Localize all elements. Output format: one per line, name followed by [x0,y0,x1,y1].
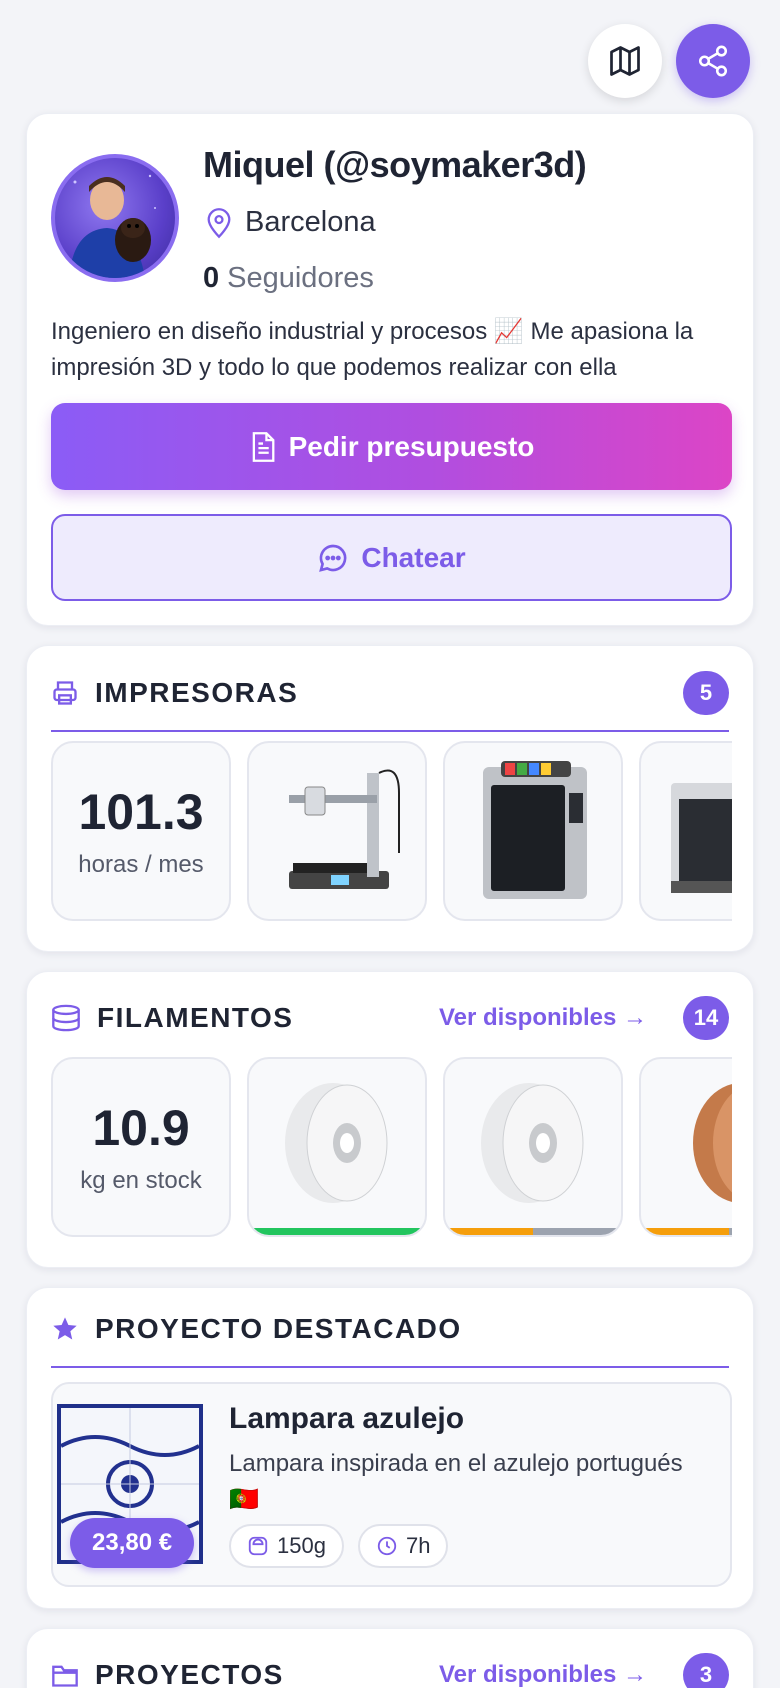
filament-spool-card[interactable] [639,1057,732,1237]
weight-icon [248,1536,268,1556]
filaments-see-available-link[interactable]: Ver disponibles → [439,1004,647,1032]
clock-icon [377,1536,397,1556]
printer-card[interactable] [443,741,623,921]
printer-hours-stat: 101.3 horas / mes [51,741,231,921]
avatar[interactable] [51,154,179,282]
chat-bubble-icon [319,544,347,572]
printers-count-badge: 5 [683,671,729,715]
project-time-chip: 7h [357,1524,449,1568]
chat-button[interactable]: Chatear [51,514,732,601]
top-actions [588,24,750,98]
profile-bio: Ingeniero en diseño industrial y proceso… [51,318,694,381]
printers-header: IMPRESORAS 5 [51,656,729,732]
star-icon [53,1317,77,1340]
projects-title: PROYECTOS [95,1659,284,1688]
printer-hours-unit: horas / mes [78,851,204,878]
filament-level-bar [445,1228,621,1235]
project-price-badge: 23,80 € [70,1518,195,1568]
folder-icon [52,1665,78,1687]
filaments-carousel[interactable]: 10.9 kg en stock [51,1057,732,1237]
project-specs: 150g 7h [229,1524,449,1568]
featured-title: PROYECTO DESTACADO [95,1313,462,1344]
followers-label: Seguidores [227,262,374,294]
project-description: Lampara inspirada en el azulejo portugué… [229,1450,683,1513]
project-time: 7h [405,1533,431,1558]
profile-location: Barcelona [205,206,376,239]
printer-card[interactable] [247,741,427,921]
request-quote-label: Pedir presupuesto [288,430,535,462]
profile-card: Miquel (@soymaker3d) Barcelona 0 Seguidor… [26,113,754,626]
share-icon [698,45,728,77]
filament-level-bar [249,1228,425,1235]
featured-header: PROYECTO DESTACADO [51,1292,729,1368]
featured-project[interactable]: 23,80 € Lampara azulejo Lampara inspirad… [51,1382,732,1587]
followers-number: 0 [203,262,220,294]
filament-stock-stat: 10.9 kg en stock [51,1057,231,1237]
filament-stock-unit: kg en stock [80,1167,202,1194]
map-pin-icon [207,207,231,238]
filaments-count-badge: 14 [683,996,729,1040]
projects-see-available-link[interactable]: Ver disponibles → [439,1661,647,1688]
printers-card: IMPRESORAS 5 101.3 horas / mes [26,645,754,952]
printer-card[interactable] [639,741,732,921]
profile-name: Miquel (@soymaker3d) [203,144,587,185]
filaments-title: FILAMENTOS [97,1002,294,1033]
project-weight: 150g [277,1533,326,1558]
printer-hours-value: 101.3 [78,784,204,840]
filament-spool-card[interactable] [247,1057,427,1237]
projects-count-badge: 3 [683,1653,729,1688]
filaments-header: FILAMENTOS Ver disponibles → 14 [51,980,729,1056]
filament-level-bar [641,1228,732,1235]
project-weight-chip: 150g [229,1524,344,1568]
location-text: Barcelona [245,206,376,238]
project-title: Lampara azulejo [229,1402,465,1435]
spool-icon [52,1004,80,1032]
map-button[interactable] [588,24,662,98]
followers-count[interactable]: 0 Seguidores [203,262,374,295]
projects-header: PROYECTOS Ver disponibles → 3 [51,1637,729,1688]
printers-title: IMPRESORAS [95,677,299,708]
share-button[interactable] [676,24,750,98]
map-icon [610,46,640,76]
featured-project-card: PROYECTO DESTACADO 23,80 € Lampara azule… [26,1287,754,1609]
document-icon [252,431,275,462]
printers-carousel[interactable]: 101.3 horas / mes [51,741,732,921]
filament-spool-card[interactable] [443,1057,623,1237]
chat-label: Chatear [361,541,466,573]
projects-card: PROYECTOS Ver disponibles → 3 [26,1628,754,1688]
request-quote-button[interactable]: Pedir presupuesto [51,403,732,490]
filament-stock-value: 10.9 [92,1100,190,1156]
filaments-card: FILAMENTOS Ver disponibles → 14 10.9 kg … [26,971,754,1268]
printer-icon [53,681,77,705]
